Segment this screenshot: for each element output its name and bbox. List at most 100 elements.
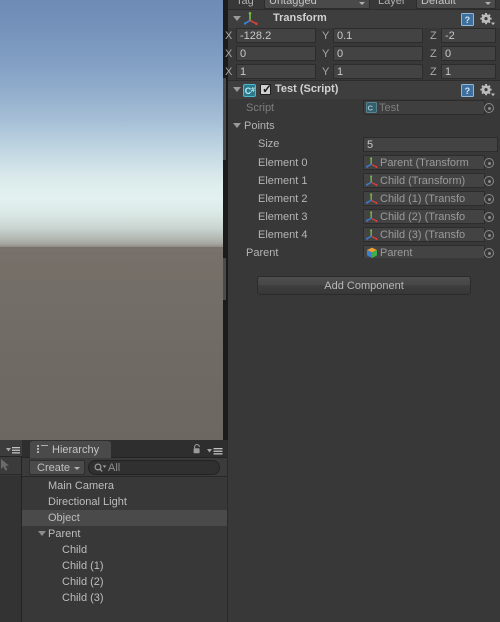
hierarchy-item-child-1[interactable]: Child (1) [22,558,228,574]
element-object-field[interactable]: Child (3) (Transfo [363,227,485,242]
element-object-field[interactable]: Child (2) (Transfo [363,209,485,224]
element-object-picker[interactable] [484,212,494,222]
transform-rotation-z-input[interactable]: 0 [441,46,496,61]
sky-gradient [0,0,223,250]
csharp-script-icon: C [366,102,377,113]
transform-rotation-x-input[interactable]: 0 [236,46,316,61]
gear-icon[interactable] [480,84,495,97]
parent-object-picker[interactable] [484,248,494,258]
add-component-button[interactable]: Add Component [257,276,471,295]
help-book-icon[interactable]: ? [461,84,474,97]
script-field-label: Script [246,102,275,114]
horizon-haze [0,244,223,252]
transform-scale-x-input[interactable]: 1 [236,64,316,79]
hierarchy-item-label: Main Camera [48,480,115,492]
transform-scale-y-input[interactable]: 1 [333,64,423,79]
element-object-picker[interactable] [484,176,494,186]
transform-scale-z-input[interactable]: 1 [441,64,496,79]
hierarchy-toolbar: Create All [22,458,228,477]
script-object-field: C Test [363,100,485,115]
hierarchy-item-directional-light[interactable]: Directional Light [22,494,228,510]
transform-rotation-y-input[interactable]: 0 [333,46,423,61]
hierarchy-item-child[interactable]: Child [22,542,228,558]
tag-value: Untagged [269,0,317,7]
checkmark-icon: ✓ [262,82,273,96]
panel-menu-icon[interactable] [207,446,223,455]
tag-dropdown[interactable]: Untagged [264,0,370,9]
chevron-down-icon [359,2,365,5]
size-input[interactable]: 5 [363,137,498,152]
points-foldout-icon[interactable] [233,123,241,128]
hierarchy-item-main-camera[interactable]: Main Camera [22,478,228,494]
script-enabled-checkbox[interactable]: ✓ [260,82,273,96]
transform-component-header[interactable]: Transform ? [228,10,500,28]
search-input[interactable]: All [88,460,220,475]
element-object-field[interactable]: Child (1) (Transfo [363,191,485,206]
hierarchy-item-object[interactable]: Object [22,510,228,526]
hierarchy-tabbar: Hierarchy [22,440,228,458]
hierarchy-item-label: Parent [48,528,81,540]
element-label: Element 3 [258,211,308,223]
scene-scrollbar-upper[interactable] [223,78,226,160]
create-button[interactable]: Create [29,460,86,475]
foldout-triangle-icon[interactable] [38,531,46,536]
script-object-value: Test [379,101,400,114]
transform-axis-icon [366,156,378,168]
axis-label-x: X [225,30,233,42]
transform-position-x-input[interactable]: -128.2 [236,28,316,43]
lock-icon[interactable] [192,444,202,454]
hierarchy-item-child-3[interactable]: Child (3) [22,590,228,606]
element-object-picker[interactable] [484,158,494,168]
ground-plane [0,247,223,440]
hierarchy-item-label: Directional Light [48,496,127,508]
foldout-triangle-icon[interactable] [233,16,241,21]
svg-text:#: # [251,87,255,94]
transform-position-y-input[interactable]: 0.1 [333,28,423,43]
element-label: Element 2 [258,193,308,205]
script-component-header[interactable]: C # ✓ Test (Script) ? [228,81,500,99]
svg-text:C: C [367,103,373,112]
svg-text:?: ? [465,15,471,25]
axis-label-z: Z [430,48,437,60]
element-object-picker[interactable] [484,230,494,240]
axis-label-z: Z [430,66,437,78]
element-object-field[interactable]: Child (Transform) [363,173,485,188]
foldout-triangle-icon[interactable] [233,87,241,92]
element-object-picker[interactable] [484,194,494,204]
svg-text:?: ? [465,86,471,96]
hierarchy-item-label: Child [62,544,88,556]
chevron-down-icon [74,467,81,470]
transform-axis-icon [243,12,258,29]
tag-label: Tag [236,0,254,7]
hierarchy-item-label: Object [48,512,80,524]
cursor-arrow-icon[interactable] [1,459,13,472]
transform-position-z-input[interactable]: -2 [441,28,496,43]
element-label: Element 0 [258,157,308,169]
element-object-value: Child (1) (Transfo [380,192,466,205]
transform-axis-icon [366,228,378,240]
script-title: Test (Script) [275,83,339,95]
axis-label-y: Y [322,48,330,60]
search-input-value: All [108,461,121,474]
panel-menu-icon[interactable] [6,445,20,454]
hierarchy-item-parent[interactable]: Parent [22,526,228,542]
scene-viewport[interactable] [0,0,223,440]
scene-scrollbar-lower[interactable] [223,258,226,300]
element-object-field[interactable]: Parent (Transform [363,155,485,170]
tag-layer-row: Tag Untagged Layer Default [228,0,500,9]
left-side-panel-body [0,476,21,622]
hierarchy-item-label: Child (2) [62,576,104,588]
axis-label-y: Y [322,66,330,78]
element-object-value: Child (3) (Transfo [380,228,466,241]
help-book-icon[interactable]: ? [461,13,474,26]
hierarchy-item-child-2[interactable]: Child (2) [22,574,228,590]
layer-dropdown[interactable]: Default [416,0,496,9]
hierarchy-tree[interactable]: Main Camera Directional Light Object Parent… [22,478,228,622]
left-side-panel [0,440,22,622]
tab-hierarchy[interactable]: Hierarchy [30,441,112,458]
layer-label: Layer [378,0,406,7]
transform-title: Transform [273,12,327,24]
prefab-cube-icon [367,247,377,258]
script-object-picker[interactable] [484,103,494,113]
gear-icon[interactable] [480,13,495,26]
